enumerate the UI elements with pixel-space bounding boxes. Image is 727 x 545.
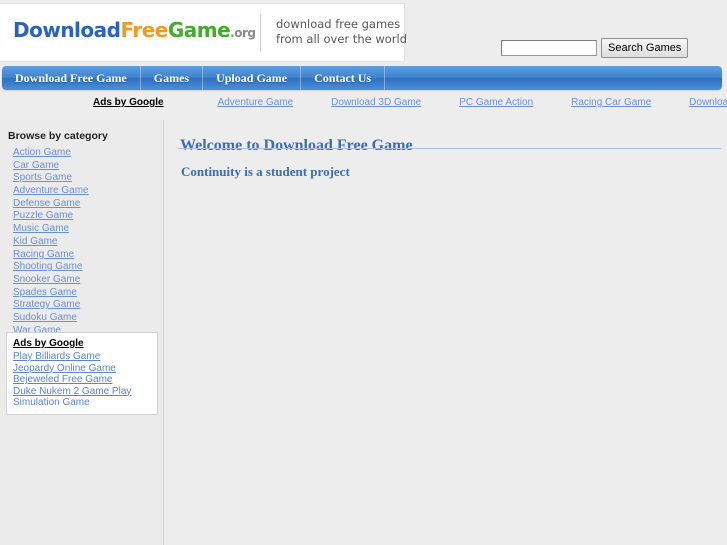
sidebar-item-sudoku-game[interactable]: Sudoku Game xyxy=(13,312,77,323)
list-item: Jeopardy Online Game xyxy=(13,363,157,375)
sidebar-item-car-game[interactable]: Car Game xyxy=(13,160,59,171)
list-item: Sports Game xyxy=(13,171,89,184)
nav-item-download-free-game[interactable]: Download Free Game xyxy=(2,66,141,90)
browse-by-category-title: Browse by category xyxy=(8,130,108,142)
top-ads-inner: Ads by Google Adventure Game Download 3D… xyxy=(93,97,727,108)
sidebar-item-racing-game[interactable]: Racing Game xyxy=(13,249,74,260)
ads-link-pc-game-action[interactable]: PC Game Action xyxy=(459,97,533,108)
list-item: Shooting Game xyxy=(13,260,89,273)
title-divider xyxy=(178,148,721,149)
main-content: Welcome to Download Free Game Continuity… xyxy=(165,120,727,545)
tagline-line-2: from all over the world xyxy=(276,32,408,46)
sidebar-item-spades-game[interactable]: Spades Game xyxy=(13,287,77,298)
sidebar-item-puzzle-game[interactable]: Puzzle Game xyxy=(13,210,73,221)
sidebar-item-action-game[interactable]: Action Game xyxy=(13,147,71,158)
tagline-line-1: download free games xyxy=(276,17,401,31)
list-item: Snooker Game xyxy=(13,273,89,286)
sidebar-ad-duke-nukem-2-game-play[interactable]: Duke Nukem 2 Game Play xyxy=(13,386,131,397)
list-item: Racing Game xyxy=(13,248,89,261)
list-item: Action Game xyxy=(13,146,89,159)
ads-link-racing-car-game[interactable]: Racing Car Game xyxy=(571,97,651,108)
list-item: Play Billiards Game xyxy=(13,351,157,363)
sidebar-item-music-game[interactable]: Music Game xyxy=(13,223,69,234)
site-logo[interactable]: DownloadFreeGame.org xyxy=(13,18,256,42)
list-item: Spades Game xyxy=(13,286,89,299)
ads-by-google-label: Ads by Google xyxy=(93,97,164,108)
logo-text-download: Download xyxy=(13,18,121,42)
nav-list: Download Free Game Games Upload Game Con… xyxy=(2,66,722,90)
search-games-button[interactable]: Search Games xyxy=(601,38,689,58)
ads-link-download-free-pacman[interactable]: Download Free Pacman xyxy=(689,97,727,108)
main-navigation: Download Free Game Games Upload Game Con… xyxy=(2,66,722,90)
sidebar-ad-jeopardy-online-game[interactable]: Jeopardy Online Game xyxy=(13,363,116,374)
sidebar-item-sports-game[interactable]: Sports Game xyxy=(13,172,72,183)
header-divider xyxy=(260,14,261,52)
list-item: Sudoku Game xyxy=(13,311,89,324)
nav-item-upload-game[interactable]: Upload Game xyxy=(203,66,302,90)
page-subtitle: Continuity is a student project xyxy=(181,163,350,179)
logo-text-free: Free xyxy=(120,18,168,42)
ads-link-download-3d-game[interactable]: Download 3D Game xyxy=(331,97,421,108)
sidebar-ad-play-billiards-game[interactable]: Play Billiards Game xyxy=(13,351,100,362)
site-tagline: download free games from all over the wo… xyxy=(276,17,407,47)
nav-item-contact-us[interactable]: Contact Us xyxy=(301,66,386,90)
list-item: Defense Game xyxy=(13,197,89,210)
list-item: Simulation Game xyxy=(13,397,157,409)
sidebar-ad-bejeweled-free-game[interactable]: Bejeweled Free Game xyxy=(13,374,113,385)
nav-item-games[interactable]: Games xyxy=(141,66,204,90)
list-item: Puzzle Game xyxy=(13,209,89,222)
logo-text-game: Game xyxy=(167,18,231,42)
sidebar-item-shooting-game[interactable]: Shooting Game xyxy=(13,261,83,272)
sidebar-ads-by-google-label: Ads by Google xyxy=(13,338,84,349)
list-item: Bejeweled Free Game xyxy=(13,374,157,386)
top-ads-bar: Ads by Google Adventure Game Download 3D… xyxy=(0,96,727,114)
sidebar-ads-list: Play Billiards Game Jeopardy Online Game… xyxy=(7,351,157,409)
ads-link-adventure-game[interactable]: Adventure Game xyxy=(218,97,294,108)
sidebar-item-kid-game[interactable]: Kid Game xyxy=(13,236,57,247)
sidebar-ad-simulation-game[interactable]: Simulation Game xyxy=(13,397,90,408)
list-item: Music Game xyxy=(13,222,89,235)
search-input[interactable] xyxy=(501,40,597,56)
list-item: Car Game xyxy=(13,159,89,172)
list-item: Adventure Game xyxy=(13,184,89,197)
sidebar-item-adventure-game[interactable]: Adventure Game xyxy=(13,185,89,196)
logo-text-org: .org xyxy=(230,26,256,40)
sidebar-item-defense-game[interactable]: Defense Game xyxy=(13,198,80,209)
page-header: DownloadFreeGame.org download free games… xyxy=(0,0,727,64)
sidebar-item-snooker-game[interactable]: Snooker Game xyxy=(13,274,80,285)
list-item: Duke Nukem 2 Game Play xyxy=(13,386,157,398)
page-title: Welcome to Download Free Game xyxy=(180,136,413,154)
sidebar-item-strategy-game[interactable]: Strategy Game xyxy=(13,299,80,310)
category-list: Action Game Car Game Sports Game Adventu… xyxy=(13,146,89,336)
list-item: Strategy Game xyxy=(13,298,89,311)
sidebar-ads-box: Ads by Google Play Billiards Game Jeopar… xyxy=(6,332,158,415)
search-area: Search Games xyxy=(501,38,701,60)
list-item: Kid Game xyxy=(13,235,89,248)
sidebar: Browse by category Action Game Car Game … xyxy=(0,120,164,545)
